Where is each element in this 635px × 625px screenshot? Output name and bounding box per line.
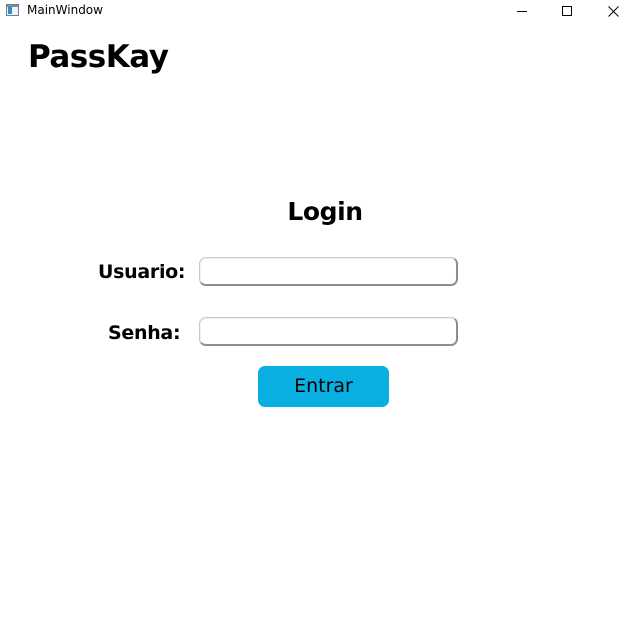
main-window: MainWindow PassKay Login Usuario: Senha:… [0,0,635,625]
username-input[interactable] [199,257,458,286]
password-input[interactable] [199,317,458,346]
maximize-icon [562,6,572,16]
login-heading: Login [287,197,363,226]
login-button[interactable]: Entrar [258,366,389,407]
maximize-button[interactable] [545,0,589,22]
title-bar[interactable]: MainWindow [0,0,635,22]
minimize-button[interactable] [500,0,544,22]
username-label: Usuario: [98,261,186,283]
close-icon [607,5,619,17]
window-title: MainWindow [27,3,103,17]
window-app-icon [6,4,19,16]
minimize-icon [517,6,527,16]
password-label: Senha: [108,322,181,344]
app-title: PassKay [28,39,169,75]
close-button[interactable] [591,0,635,22]
